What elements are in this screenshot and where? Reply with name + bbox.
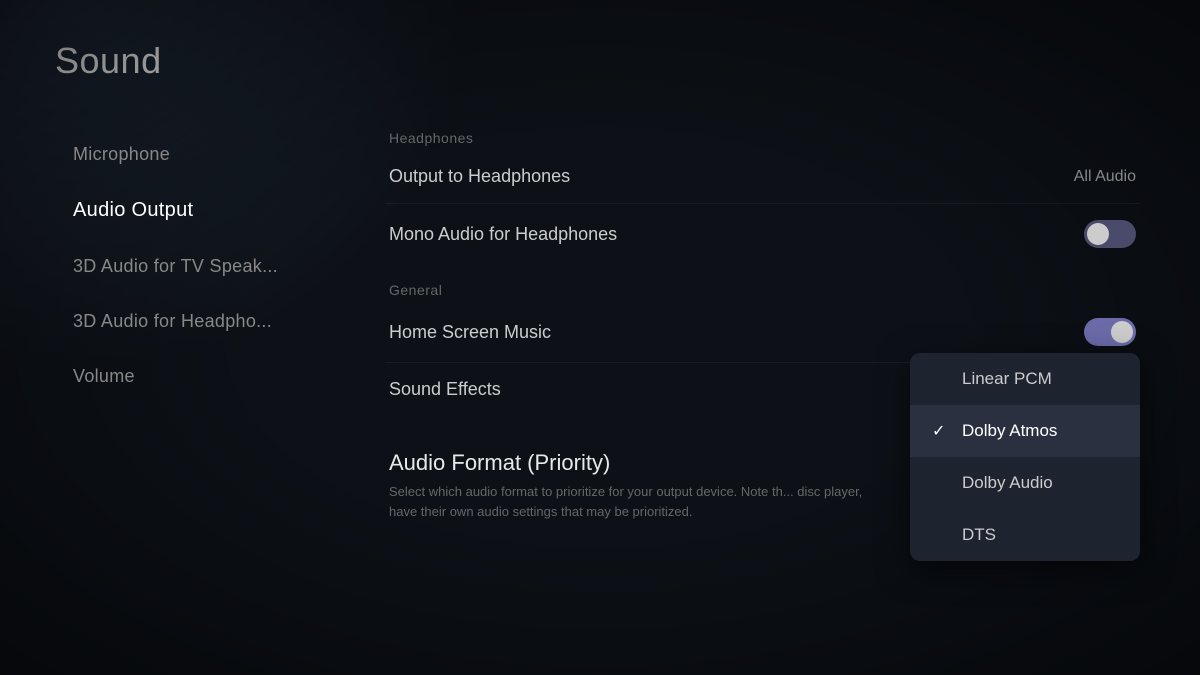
general-section: General Home Screen Music Sound Effects …: [385, 282, 1140, 416]
sound-effects-row[interactable]: Sound Effects Linear PCM ✓ Dolby Atmos D…: [385, 363, 1140, 416]
main-content: Headphones Output to Headphones All Audi…: [375, 130, 1200, 675]
sidebar-item-microphone[interactable]: Microphone: [55, 130, 375, 179]
sidebar-item-volume[interactable]: Volume: [55, 352, 375, 401]
mono-audio-row[interactable]: Mono Audio for Headphones: [385, 204, 1140, 264]
sidebar-item-audio-output[interactable]: Audio Output: [55, 185, 375, 236]
mono-audio-toggle[interactable]: [1084, 220, 1136, 248]
linear-pcm-label: Linear PCM: [962, 369, 1052, 389]
output-to-headphones-row[interactable]: Output to Headphones All Audio: [385, 150, 1140, 204]
sound-effects-label: Sound Effects: [389, 379, 501, 400]
audio-format-dropdown: Linear PCM ✓ Dolby Atmos Dolby Audio DTS: [910, 353, 1140, 561]
sidebar: Microphone Audio Output 3D Audio for TV …: [55, 130, 375, 675]
dropdown-item-dts[interactable]: DTS: [910, 509, 1140, 561]
output-to-headphones-label: Output to Headphones: [389, 166, 570, 187]
headphones-section: Headphones Output to Headphones All Audi…: [385, 130, 1140, 264]
output-to-headphones-value: All Audio: [1074, 168, 1136, 186]
toggle-knob: [1087, 223, 1109, 245]
general-label: General: [385, 282, 1140, 298]
check-icon-dolby-atmos: ✓: [932, 421, 950, 441]
dropdown-item-dolby-audio[interactable]: Dolby Audio: [910, 457, 1140, 509]
toggle-knob-on: [1111, 321, 1133, 343]
sidebar-item-3d-audio-tv[interactable]: 3D Audio for TV Speak...: [55, 242, 375, 291]
dropdown-item-dolby-atmos[interactable]: ✓ Dolby Atmos: [910, 405, 1140, 457]
dolby-atmos-label: Dolby Atmos: [962, 421, 1057, 441]
sidebar-item-3d-audio-headphones[interactable]: 3D Audio for Headpho...: [55, 297, 375, 346]
dropdown-item-linear-pcm[interactable]: Linear PCM: [910, 353, 1140, 405]
audio-format-description: Select which audio format to prioritize …: [389, 482, 869, 521]
dolby-audio-label: Dolby Audio: [962, 473, 1053, 493]
mono-audio-label: Mono Audio for Headphones: [389, 224, 617, 245]
dts-label: DTS: [962, 525, 996, 545]
home-screen-music-label: Home Screen Music: [389, 322, 551, 343]
home-screen-music-toggle[interactable]: [1084, 318, 1136, 346]
headphones-label: Headphones: [385, 130, 1140, 146]
